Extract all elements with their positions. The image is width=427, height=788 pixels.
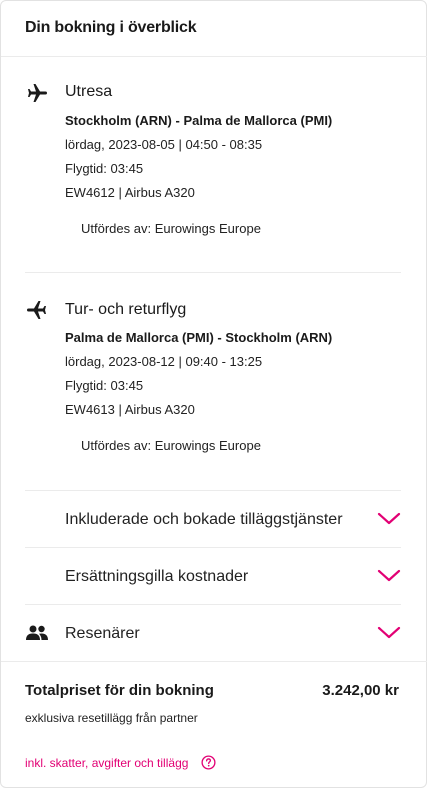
- help-icon[interactable]: [201, 755, 216, 770]
- outbound-datetime: lördag, 2023-08-05 | 04:50 - 08:35: [65, 137, 263, 152]
- chevron-down-icon[interactable]: [377, 626, 401, 640]
- return-operator: Utfördes av: Eurowings Europe: [81, 438, 261, 453]
- card-title: Din bokning i överblick: [25, 19, 197, 36]
- return-title: Tur- och returflyg: [65, 301, 187, 318]
- chevron-down-icon[interactable]: [377, 512, 401, 526]
- airplane-icon: [28, 84, 47, 102]
- accordion-included-services[interactable]: Inkluderade och bokade tilläggstjänster: [1, 491, 427, 547]
- accordion-label: Inkluderade och bokade tilläggstjänster: [65, 511, 343, 528]
- chevron-down-icon[interactable]: [377, 569, 401, 583]
- airplane-icon: [27, 301, 46, 319]
- taxes-fees-link[interactable]: inkl. skatter, avgifter och tillägg: [25, 756, 188, 770]
- total-price-note: exklusiva resetillägg från partner: [25, 711, 198, 725]
- people-icon: [26, 625, 48, 640]
- accordion-label: Ersättningsgilla kostnader: [65, 568, 249, 585]
- accordion-refundable-costs[interactable]: Ersättningsgilla kostnader: [1, 548, 427, 604]
- booking-summary-card: Din bokning i överblick Utresa Stockholm…: [0, 0, 427, 788]
- total-price-value: 3.242,00 kr: [322, 682, 399, 699]
- return-datetime: lördag, 2023-08-12 | 09:40 - 13:25: [65, 354, 263, 369]
- outbound-route: Stockholm (ARN) - Palma de Mallorca (PMI…: [65, 113, 333, 128]
- segment-divider: [25, 272, 401, 273]
- outbound-title: Utresa: [65, 83, 113, 100]
- return-flight: EW4613 | Airbus A320: [65, 402, 195, 417]
- return-route: Palma de Mallorca (PMI) - Stockholm (ARN…: [65, 330, 333, 345]
- accordion-travellers[interactable]: Resenärer: [1, 605, 427, 661]
- total-divider: [1, 661, 427, 662]
- outbound-flight: EW4612 | Airbus A320: [65, 185, 195, 200]
- header-divider: [1, 56, 427, 57]
- total-price-label: Totalpriset för din bokning: [25, 682, 214, 699]
- outbound-operator: Utfördes av: Eurowings Europe: [81, 221, 261, 236]
- return-duration: Flygtid: 03:45: [65, 378, 144, 393]
- outbound-duration: Flygtid: 03:45: [65, 161, 144, 176]
- accordion-label: Resenärer: [65, 625, 140, 642]
